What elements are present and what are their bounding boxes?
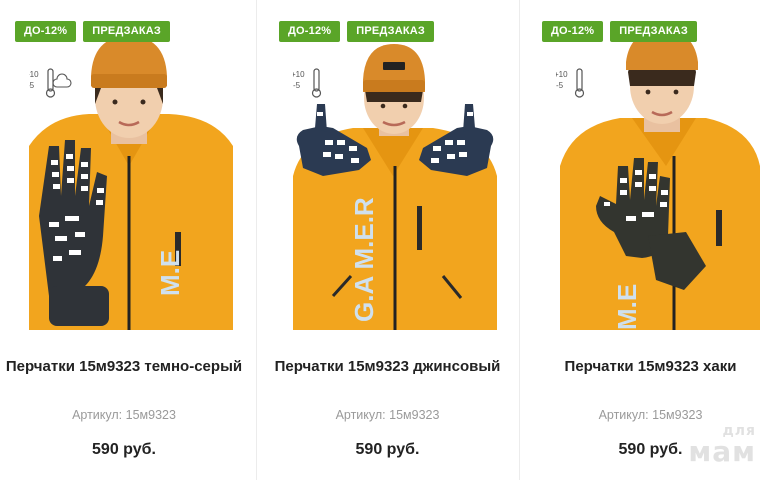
badge-group: ДО-12% ПРЕДЗАКАЗ [15,21,171,42]
svg-text:+10: +10 [29,70,39,79]
svg-text:+10: +10 [556,70,568,79]
watermark-line2: мам [688,435,756,468]
temperature-icon: +10 -5 [556,68,585,98]
product-title[interactable]: Перчатки 15м9323 хаки [530,356,771,377]
product-price: 590 руб. [92,441,156,458]
svg-text:-5: -5 [29,81,35,90]
badge-group: ДО-12% ПРЕДЗАКАЗ [542,21,698,42]
product-price: 590 руб. [355,441,420,458]
preorder-badge: ПРЕДЗАКАЗ [610,21,698,42]
svg-text:M.E: M.E [612,284,642,330]
sku-value: 15м9323 [652,408,703,422]
sku-value: 15м9323 [125,408,176,422]
product-sku: Артикул: 15м9323 [257,408,518,422]
svg-text:+10: +10 [293,70,305,79]
product-title[interactable]: Перчатки 15м9323 джинсовый [267,356,508,377]
product-card[interactable]: ДО-12% ПРЕДЗАКАЗ +10 -5 [0,0,255,480]
preorder-badge: ПРЕДЗАКАЗ [347,21,435,42]
svg-text:M.E: M.E [155,250,185,296]
product-image[interactable]: +10 -5 [29,36,233,330]
svg-text:G.A M.E.R: G.A M.E.R [349,197,379,322]
discount-badge: ДО-12% [15,21,77,42]
product-title[interactable]: Перчатки 15м9323 темно-серый [3,356,245,377]
product-card[interactable]: ДО-12% ПРЕДЗАКАЗ +10 -5 G.A M.E.R Перчат… [256,0,518,480]
sku-value: 15м9323 [389,408,440,422]
svg-text:-5: -5 [556,81,564,90]
preorder-badge: ПРЕДЗАКАЗ [83,21,171,42]
badge-group: ДО-12% ПРЕДЗАКАЗ [279,21,435,42]
product-sku: Артикул: 15м9323 [520,408,772,422]
product-image[interactable]: +10 -5 M.E [556,36,760,330]
product-sku: Артикул: 15м9323 [0,408,255,422]
svg-text:-5: -5 [293,81,301,90]
discount-badge: ДО-12% [279,21,341,42]
discount-badge: ДО-12% [542,21,604,42]
watermark-logo: для мам [688,424,756,466]
sku-label: Артикул: [72,408,123,422]
temperature-icon: +10 -5 [293,68,322,98]
product-card[interactable]: ДО-12% ПРЕДЗАКАЗ +10 -5 M.E Перчатки 15м… [519,0,772,480]
product-image[interactable]: +10 -5 G.A M.E.R [293,36,497,330]
product-grid: ДО-12% ПРЕДЗАКАЗ +10 -5 [0,0,772,480]
sku-label: Артикул: [598,408,649,422]
sku-label: Артикул: [335,408,386,422]
temperature-icon: +10 -5 [29,68,72,98]
